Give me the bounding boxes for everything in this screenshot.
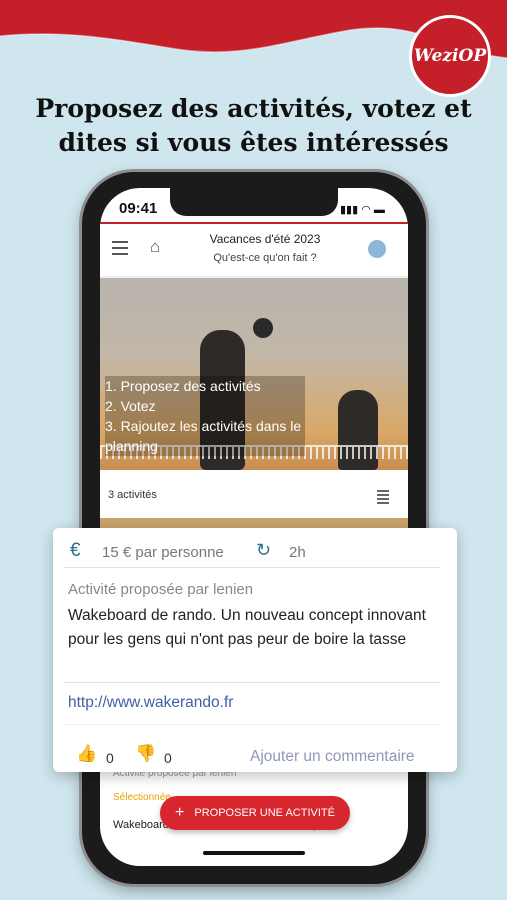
status-icons: ▮▮▮ ◠ ▬ [340, 204, 385, 216]
propose-activity-button[interactable]: + PROPOSER UNE ACTIVITÉ [160, 796, 350, 830]
list-icon[interactable] [377, 490, 389, 506]
divider [64, 567, 440, 568]
thumbs-up-icon[interactable]: 👍 [76, 744, 97, 764]
activity-count: 3 activités [108, 489, 157, 501]
plus-icon: + [175, 804, 185, 821]
menu-icon[interactable] [112, 241, 128, 259]
hero-step: 1. Proposez des activités [105, 378, 261, 394]
ball-shape [253, 318, 273, 338]
price-text: 15 € par personne [102, 544, 224, 561]
headline-line-2: dites si vous êtes intéressés [58, 128, 449, 157]
headline-line-1: Proposez des activités, votez et [35, 94, 472, 123]
activity-description: Wakeboard de rando. Un nouveau concept i… [68, 607, 426, 648]
app-title: Vacances d'été 2023 [209, 232, 321, 246]
page-headline: Proposez des activités, votez et dites s… [0, 92, 507, 160]
logo-text: WeziOP [413, 46, 487, 66]
like-count: 0 [106, 750, 114, 766]
home-indicator [203, 851, 305, 855]
hero-step: 3. Rajoutez les activités dans le planni… [105, 418, 302, 454]
phone-notch [170, 188, 338, 216]
divider [64, 682, 440, 683]
propose-activity-label: PROPOSER UNE ACTIVITÉ [194, 807, 335, 819]
clock-icon: ↻ [256, 540, 272, 560]
app-subtitle: Qu'est-ce qu'on fait ? [213, 252, 317, 264]
home-icon[interactable]: ⌂ [150, 237, 160, 257]
add-comment-link[interactable]: Ajouter un commentaire [250, 748, 415, 766]
thumbs-down-icon[interactable]: 👎 [135, 744, 156, 764]
divider [64, 724, 440, 725]
euro-icon: € [70, 540, 81, 561]
duration-text: 2h [289, 544, 306, 561]
proposer-text: Activité proposée par lenien [68, 581, 254, 598]
account-icon[interactable] [368, 240, 386, 258]
hero-steps: 1. Proposez des activités 2. Votez 3. Ra… [105, 376, 305, 456]
hero-step: 2. Votez [105, 398, 156, 414]
status-time: 09:41 [119, 200, 158, 217]
bg-card-status: Sélectionnée [113, 792, 171, 803]
activity-link[interactable]: http://www.wakerando.fr [68, 694, 233, 712]
brand-logo: WeziOP [409, 15, 491, 97]
dislike-count: 0 [164, 750, 172, 766]
